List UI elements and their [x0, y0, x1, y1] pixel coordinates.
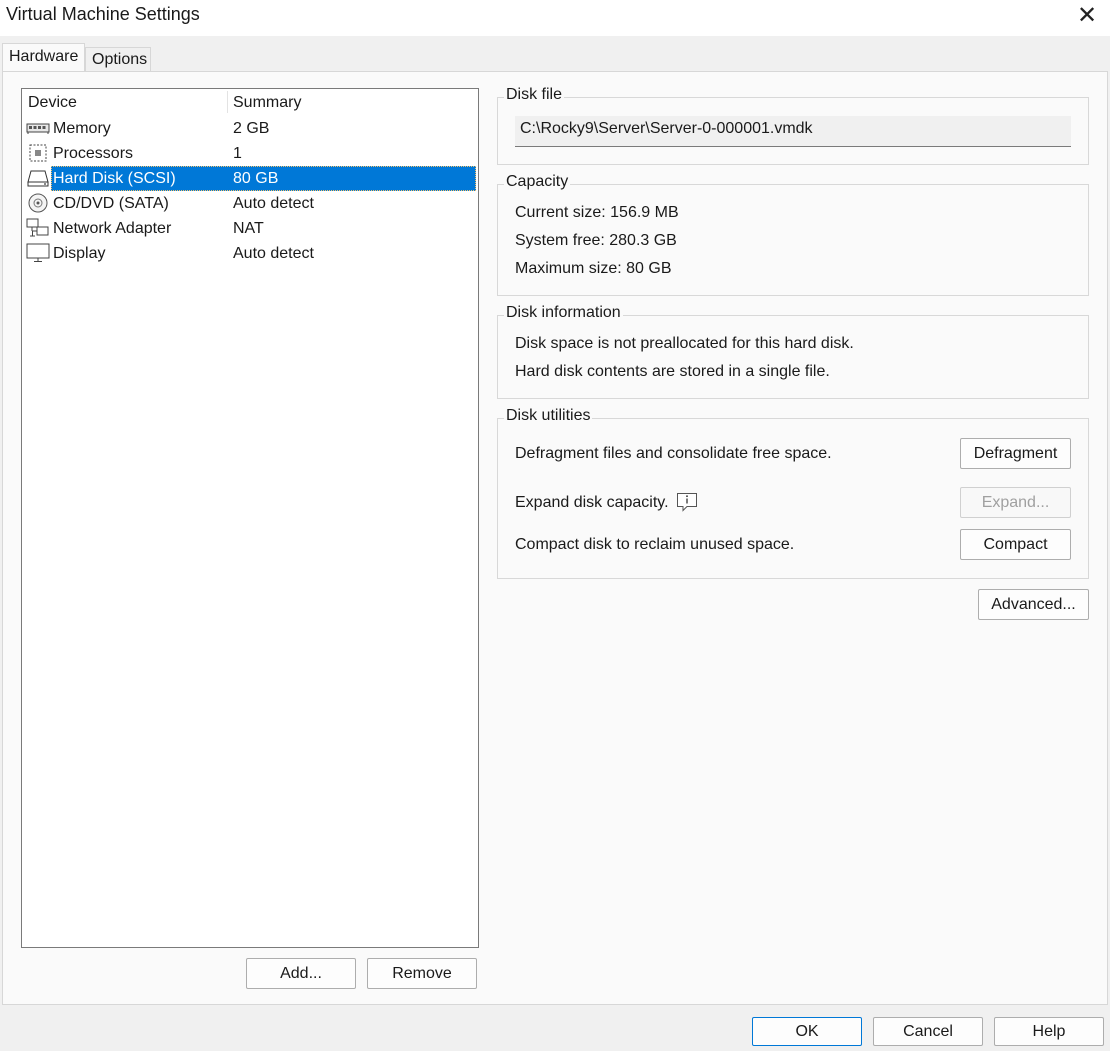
device-summary: 80 GB	[233, 170, 279, 187]
device-summary: 1	[233, 145, 242, 162]
current-size-text: Current size: 156.9 MB	[515, 204, 679, 221]
column-header-device[interactable]: Device	[28, 94, 77, 112]
disk-file-title: Disk file	[504, 86, 565, 104]
device-name: Processors	[53, 145, 134, 162]
capacity-title: Capacity	[504, 173, 571, 191]
device-summary: 2 GB	[233, 120, 270, 137]
hardware-panel: Device Summary Memory 2 GB Processors 1 …	[2, 71, 1108, 1005]
device-row-hard-disk[interactable]: Hard Disk (SCSI) 80 GB	[22, 166, 478, 191]
compact-button[interactable]: Compact	[960, 529, 1071, 560]
defragment-text: Defragment files and consolidate free sp…	[515, 445, 832, 462]
remove-device-button[interactable]: Remove	[367, 958, 477, 989]
title-bar: Virtual Machine Settings ✕	[0, 0, 1110, 36]
device-name: CD/DVD (SATA)	[53, 195, 169, 212]
maximum-size-text: Maximum size: 80 GB	[515, 260, 672, 277]
capacity-group: Capacity Current size: 156.9 MB System f…	[497, 173, 1089, 296]
disk-utilities-title: Disk utilities	[504, 407, 593, 425]
network-adapter-icon	[26, 218, 50, 238]
close-button[interactable]: ✕	[1064, 0, 1110, 30]
column-header-summary[interactable]: Summary	[233, 94, 301, 112]
preallocation-text: Disk space is not preallocated for this …	[515, 335, 854, 352]
ok-button[interactable]: OK	[752, 1017, 862, 1046]
column-divider[interactable]	[227, 91, 228, 113]
expand-text: Expand disk capacity.	[515, 494, 669, 511]
close-icon: ✕	[1076, 1, 1098, 29]
device-name: Memory	[53, 120, 111, 137]
dialog-footer: OK Cancel Help	[0, 1005, 1110, 1051]
device-name: Display	[53, 245, 106, 262]
add-device-button[interactable]: Add...	[246, 958, 356, 989]
single-file-text: Hard disk contents are stored in a singl…	[515, 363, 830, 380]
device-row-memory[interactable]: Memory 2 GB	[22, 116, 478, 141]
device-summary: NAT	[233, 220, 264, 237]
device-summary: Auto detect	[233, 245, 314, 262]
disk-file-group: Disk file C:\Rocky9\Server\Server-0-0000…	[497, 86, 1089, 165]
system-free-text: System free: 280.3 GB	[515, 232, 677, 249]
info-tooltip-icon[interactable]	[676, 492, 698, 512]
device-list-header: Device Summary	[22, 89, 478, 115]
device-list[interactable]: Device Summary Memory 2 GB Processors 1 …	[21, 88, 479, 948]
device-name: Hard Disk (SCSI)	[53, 170, 176, 187]
device-summary: Auto detect	[233, 195, 314, 212]
expand-button[interactable]: Expand...	[960, 487, 1071, 518]
device-row-processors[interactable]: Processors 1	[22, 141, 478, 166]
display-icon	[26, 243, 50, 263]
tab-hardware[interactable]: Hardware	[2, 43, 85, 71]
memory-icon	[26, 118, 50, 138]
compact-text: Compact disk to reclaim unused space.	[515, 536, 795, 553]
advanced-button[interactable]: Advanced...	[978, 589, 1089, 620]
cd-dvd-icon	[26, 193, 50, 213]
hard-disk-icon	[26, 168, 50, 188]
defragment-button[interactable]: Defragment	[960, 438, 1071, 469]
device-row-network-adapter[interactable]: Network Adapter NAT	[22, 216, 478, 241]
processor-icon	[26, 143, 50, 163]
cancel-button[interactable]: Cancel	[873, 1017, 983, 1046]
device-name: Network Adapter	[53, 220, 172, 237]
disk-information-title: Disk information	[504, 304, 623, 322]
disk-utilities-group: Disk utilities Defragment files and cons…	[497, 407, 1089, 579]
device-row-cd-dvd[interactable]: CD/DVD (SATA) Auto detect	[22, 191, 478, 216]
disk-information-group: Disk information Disk space is not preal…	[497, 304, 1089, 399]
window-title: Virtual Machine Settings	[6, 4, 200, 24]
device-row-display[interactable]: Display Auto detect	[22, 241, 478, 266]
tab-options[interactable]: Options	[85, 47, 151, 72]
disk-file-path-field[interactable]: C:\Rocky9\Server\Server-0-000001.vmdk	[515, 116, 1071, 147]
help-button[interactable]: Help	[994, 1017, 1104, 1046]
